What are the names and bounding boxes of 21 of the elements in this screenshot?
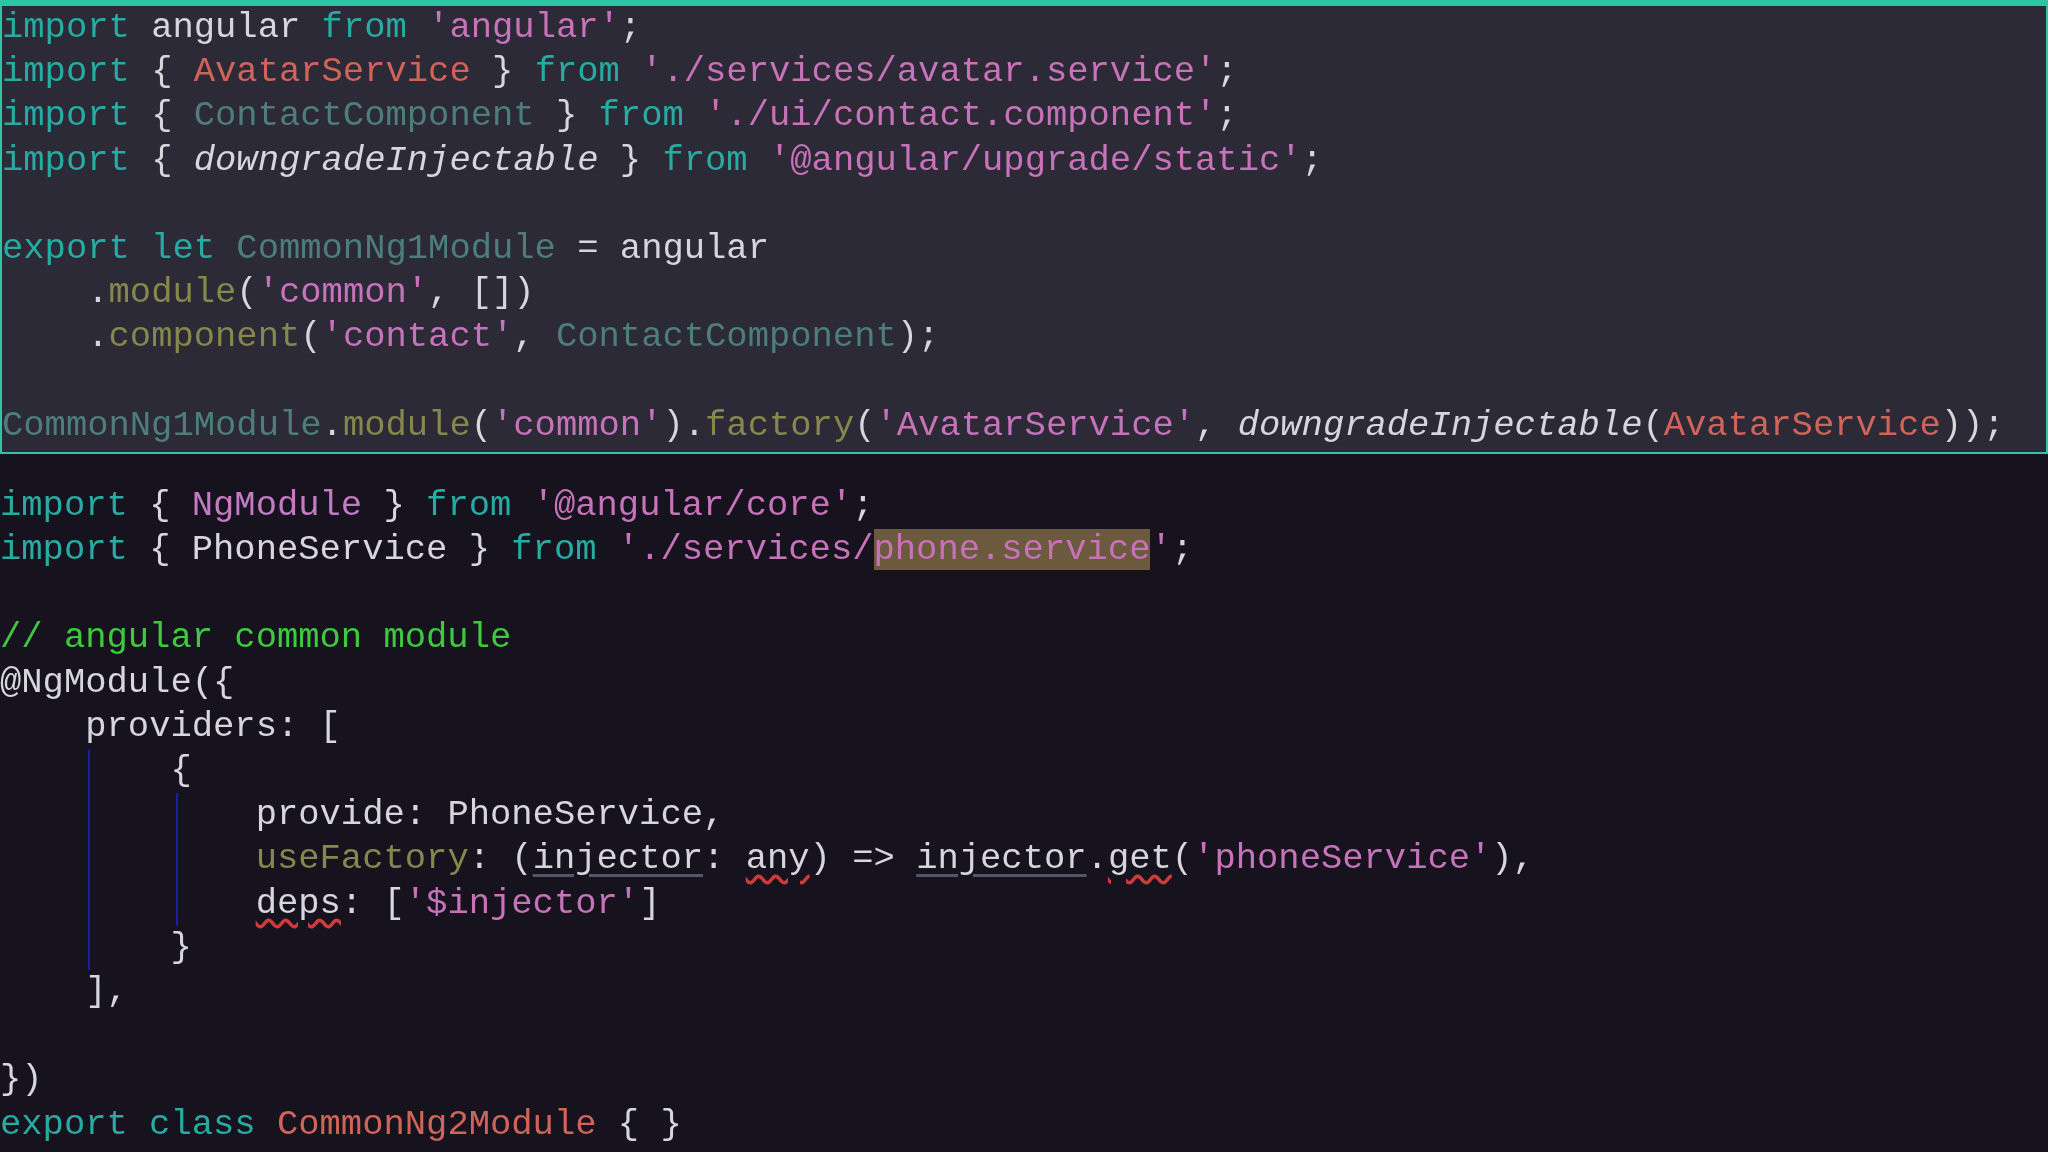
code-line: } [169, 926, 192, 968]
code-line: .module('common', []) [86, 272, 535, 314]
code-line: export class CommonNg2Module { } [0, 1103, 682, 1145]
code-line: provide: PhoneService, [254, 794, 725, 836]
code-line: export let CommonNg1Module = angular [2, 227, 769, 269]
code-line: useFactory: (injector: any) => injector.get('phoneService'), [254, 838, 1534, 880]
code-line: @NgModule({ [0, 661, 235, 703]
code-line: }) [0, 1059, 43, 1101]
code-line: import { NgModule } from '@angular/core'; [0, 484, 874, 526]
code-line: import { downgradeInjectable } from '@angular/upgrade/static'; [2, 139, 1323, 181]
code-line: import angular from 'angular'; [2, 7, 642, 48]
code-line: deps: ['$injector'] [254, 882, 661, 924]
code-line: import { AvatarService } from './services/avatar.service'; [2, 51, 1238, 93]
code-line: // angular common module [0, 617, 512, 659]
code-line: CommonNg1Module.module('common').factory('AvatarService', downgradeInjectable(AvatarService)); [2, 404, 2005, 446]
code-line: import { PhoneService } from './services/phone.service'; [0, 529, 1194, 571]
code-line: providers: [ [84, 705, 341, 747]
code-line: .component('contact', ContactComponent); [86, 316, 940, 358]
code-line: ], [84, 970, 128, 1012]
code-line: import { ContactComponent } from './ui/contact.component'; [2, 95, 1238, 137]
code-line: { [169, 750, 192, 791]
